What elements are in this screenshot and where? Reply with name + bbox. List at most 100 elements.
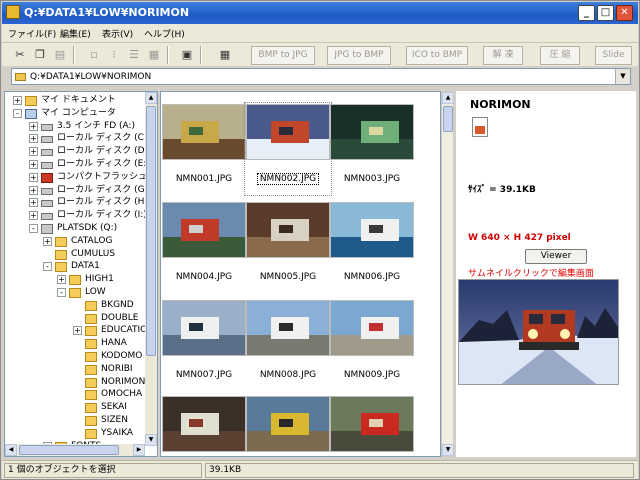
- collapse-icon[interactable]: -: [57, 288, 66, 297]
- collapse-icon[interactable]: -: [13, 108, 22, 118]
- tree-item-hana[interactable]: HANA: [5, 337, 145, 350]
- menu-view[interactable]: 表示(V): [102, 27, 133, 40]
- expand-icon[interactable]: +: [13, 96, 22, 105]
- tree-horizontal-scrollbar[interactable]: ◀ ▶: [5, 444, 145, 456]
- thumbnail-item[interactable]: NMN006.JPG: [330, 202, 414, 292]
- thumbnail-item[interactable]: NMN001.JPG: [162, 104, 246, 194]
- title-bar[interactable]: Q:¥DATA1¥LOW¥NORIMON _ □ ✕: [2, 2, 638, 24]
- thumbnail-item[interactable]: NMN008.JPG: [246, 300, 330, 390]
- tree-item-platsdk-q[interactable]: - PLATSDK (Q:): [5, 222, 145, 235]
- copy-icon[interactable]: ❐: [31, 46, 49, 64]
- expand-icon[interactable]: +: [29, 121, 38, 131]
- close-button[interactable]: ✕: [616, 5, 633, 21]
- thumbnail-image[interactable]: [246, 396, 330, 452]
- tree-item-[interactable]: - マイ コンピュータ: [5, 107, 145, 120]
- tree-vertical-scrollbar[interactable]: ▲ ▼: [145, 92, 157, 446]
- address-bar[interactable]: Q:¥DATA1¥LOW¥NORIMON ▼: [11, 68, 631, 85]
- viewer-button[interactable]: Viewer: [525, 249, 587, 264]
- thumbnail-image[interactable]: [330, 202, 414, 258]
- tree-item-ysaika[interactable]: YSAIKA: [5, 427, 145, 440]
- small-icons-view-icon[interactable]: ⁝: [105, 46, 123, 64]
- expand-icon[interactable]: +: [43, 236, 52, 246]
- tree-item-g[interactable]: + ローカル ディスク (G:): [5, 184, 151, 197]
- tree-item-education[interactable]: + EDUCATION: [5, 324, 154, 337]
- scroll-left-icon[interactable]: ◀: [5, 444, 17, 456]
- tree-item-norimon[interactable]: NORIMON: [5, 376, 145, 389]
- tree-item-i[interactable]: + ローカル ディスク (I:): [5, 209, 147, 222]
- cut-icon[interactable]: ✂: [11, 46, 29, 64]
- bmp-to-jpg-button[interactable]: BMP to JPG: [251, 46, 315, 65]
- expand-icon[interactable]: +: [57, 275, 66, 285]
- folder-tree[interactable]: + マイ ドキュメント - マイ コンピュータ +3.5 インチ FD (A:) + ローカ…: [4, 91, 158, 457]
- expand-icon[interactable]: +: [29, 134, 38, 144]
- unzip-button[interactable]: 解 凍: [483, 46, 523, 65]
- ico-to-bmp-button[interactable]: ICO to BMP: [406, 46, 468, 65]
- tree-item-d[interactable]: + ローカル ディスク (D:): [5, 145, 151, 158]
- thumbnail-image[interactable]: [246, 104, 330, 160]
- tree-item-c[interactable]: + ローカル ディスク (C:): [5, 132, 150, 145]
- collapse-icon[interactable]: -: [29, 224, 38, 233]
- tree-item-h[interactable]: + ローカル ディスク (H:): [5, 196, 151, 209]
- menu-file[interactable]: ファイル(F): [8, 27, 56, 40]
- tree-item-noribi[interactable]: NORIBI: [5, 363, 145, 376]
- thumbnail-image[interactable]: [246, 300, 330, 356]
- preview-image[interactable]: [458, 279, 619, 385]
- paste-icon[interactable]: ▤: [51, 46, 69, 64]
- scroll-up-icon[interactable]: ▲: [442, 92, 454, 104]
- tree-item-low[interactable]: - LOW: [5, 286, 145, 299]
- tree-item-kodomo[interactable]: KODOMO: [5, 350, 145, 363]
- thumbnail-image[interactable]: [162, 202, 246, 258]
- tree-item-double[interactable]: DOUBLE: [5, 312, 145, 325]
- expand-icon[interactable]: +: [73, 326, 82, 336]
- scroll-down-icon[interactable]: ▼: [145, 434, 157, 446]
- thumbnail-image[interactable]: [246, 202, 330, 258]
- minimize-button[interactable]: _: [578, 5, 595, 21]
- tree-item-[interactable]: + コンパクトフラッシュ リーダー: [5, 171, 157, 184]
- expand-icon[interactable]: +: [29, 147, 38, 157]
- thumbnail-item[interactable]: NMN007.JPG: [162, 300, 246, 390]
- thumbnail-item[interactable]: [330, 396, 414, 456]
- up-folder-icon[interactable]: ▣: [178, 46, 196, 64]
- thumbnail-item[interactable]: NMN002.JPG: [244, 102, 332, 196]
- thumbnail-scroll-thumb[interactable]: [443, 106, 453, 132]
- expand-icon[interactable]: +: [29, 185, 38, 195]
- maximize-button[interactable]: □: [597, 5, 614, 21]
- tree-item-e[interactable]: + ローカル ディスク (E:): [5, 158, 150, 171]
- tree-item-3-5-fd-a[interactable]: +3.5 インチ FD (A:): [5, 120, 145, 133]
- thumbnail-item[interactable]: NMN005.JPG: [246, 202, 330, 292]
- jpg-to-bmp-button[interactable]: JPG to BMP: [327, 46, 391, 65]
- compress-button[interactable]: 圧 縮: [540, 46, 580, 65]
- thumbnail-item[interactable]: NMN009.JPG: [330, 300, 414, 390]
- tree-item-[interactable]: + マイ ドキュメント: [5, 94, 145, 107]
- tree-item-high1[interactable]: + HIGH1: [5, 273, 145, 286]
- slide-button[interactable]: Slide: [595, 46, 632, 65]
- tree-item-omocha[interactable]: OMOCHA: [5, 388, 145, 401]
- scroll-up-icon[interactable]: ▲: [145, 92, 157, 104]
- expand-icon[interactable]: +: [29, 198, 38, 208]
- menu-edit[interactable]: 編集(E): [60, 27, 91, 40]
- chevron-down-icon[interactable]: ▼: [615, 69, 630, 84]
- expand-icon[interactable]: +: [29, 160, 38, 169]
- tree-item-cumulus[interactable]: CUMULUS: [5, 248, 145, 261]
- thumbnail-image[interactable]: [330, 300, 414, 356]
- tree-hscroll-thumb[interactable]: [19, 445, 119, 455]
- details-view-icon[interactable]: ▦: [145, 46, 163, 64]
- thumbnail-view-icon[interactable]: ▦: [216, 46, 234, 64]
- thumbnail-image[interactable]: [162, 396, 246, 452]
- collapse-icon[interactable]: -: [43, 262, 52, 272]
- tree-item-bkgnd[interactable]: BKGND: [5, 299, 145, 312]
- thumbnail-image[interactable]: [330, 104, 414, 160]
- thumbnail-item[interactable]: NMN003.JPG: [330, 104, 414, 194]
- large-icons-view-icon[interactable]: ▫: [85, 46, 103, 64]
- expand-icon[interactable]: +: [29, 211, 38, 221]
- scroll-right-icon[interactable]: ▶: [133, 444, 145, 456]
- menu-help[interactable]: ヘルプ(H): [144, 27, 185, 40]
- expand-icon[interactable]: +: [29, 172, 38, 182]
- thumbnail-item[interactable]: [162, 396, 246, 456]
- thumbnail-image[interactable]: [162, 104, 246, 160]
- thumbnail-image[interactable]: [162, 300, 246, 356]
- tree-item-data1[interactable]: - DATA1: [5, 260, 145, 273]
- thumbnail-scrollbar[interactable]: ▲ ▼: [441, 91, 454, 457]
- list-view-icon[interactable]: ☰: [125, 46, 143, 64]
- tree-item-catalog[interactable]: + CATALOG: [5, 235, 145, 248]
